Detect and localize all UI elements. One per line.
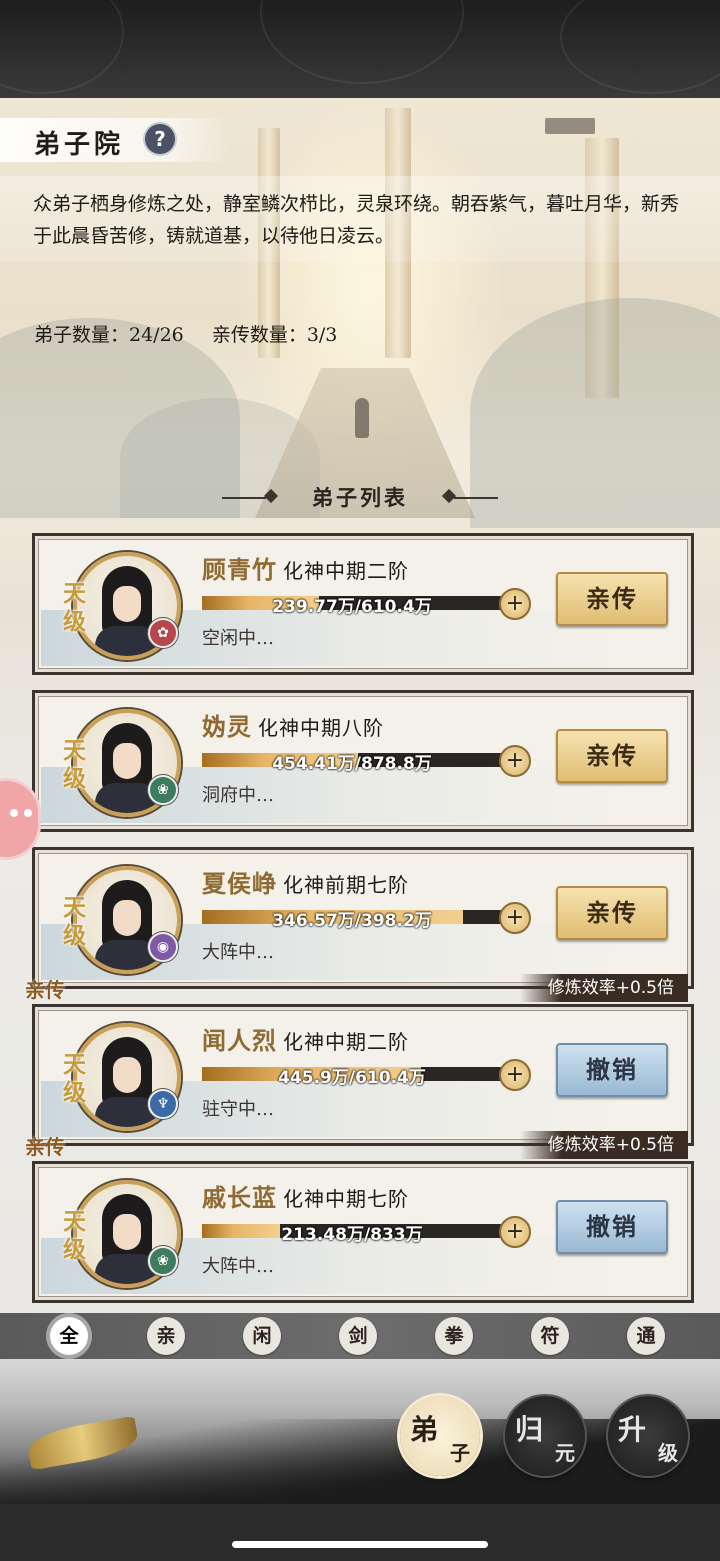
disciple-name: 戚长蓝 — [202, 1183, 277, 1212]
nav-label-main: 归 — [515, 1413, 544, 1446]
element-icon: ❀ — [148, 1246, 178, 1276]
revoke-inner-button[interactable]: 撤销 — [556, 1043, 668, 1097]
exp-progress-bar: 239.77万/610.4万 — [202, 596, 502, 617]
disciple-name-line: 闻人烈 化神中期二阶 — [202, 1021, 409, 1056]
nav-disciples[interactable]: 弟子 — [400, 1396, 480, 1476]
disciple-card[interactable]: 天级 ◉ 夏侯峥 化神前期七阶 346.57万/398.2万 + 大阵中… 亲传 — [32, 847, 694, 989]
grade-label: 天级 — [63, 1208, 86, 1263]
disciple-count: 弟子数量：24/26 — [34, 324, 184, 346]
exp-value: 239.77万/610.4万 — [272, 597, 432, 617]
top-decorative-band — [0, 0, 720, 98]
cultivation-efficiency-badge: 修炼效率+0.5倍 — [519, 1131, 688, 1159]
grade-label: 天级 — [63, 737, 86, 792]
exp-progress-bar: 346.57万/398.2万 — [202, 910, 502, 931]
filter-tab[interactable]: 拳 — [435, 1317, 473, 1355]
nav-upgrade[interactable]: 升级 — [608, 1396, 688, 1476]
inner-disciple-count: 亲传数量：3/3 — [211, 324, 338, 346]
add-exp-button[interactable]: + — [499, 1216, 531, 1248]
nav-label-sub: 子 — [450, 1441, 470, 1465]
exp-value: 213.48万/833万 — [281, 1225, 423, 1245]
filter-tab[interactable]: 闲 — [243, 1317, 281, 1355]
disciple-status: 洞府中… — [202, 785, 274, 806]
element-icon: ❀ — [148, 775, 178, 805]
appoint-inner-button[interactable]: 亲传 — [556, 886, 668, 940]
help-icon[interactable]: ? — [145, 124, 175, 154]
cultivation-rank: 化神中期七阶 — [283, 1187, 409, 1211]
add-exp-button[interactable]: + — [499, 745, 531, 777]
filter-tab[interactable]: 通 — [627, 1317, 665, 1355]
revoke-inner-button[interactable]: 撤销 — [556, 1200, 668, 1254]
filter-tab[interactable]: 剑 — [339, 1317, 377, 1355]
exp-value: 454.41万/878.8万 — [272, 754, 432, 774]
add-exp-button[interactable]: + — [499, 1059, 531, 1091]
disciple-card[interactable]: 天级 ❀ 妫灵 化神中期八阶 454.41万/878.8万 + 洞府中… 亲传 — [32, 690, 694, 832]
inner-disciple-tag: 亲传 — [25, 978, 65, 1002]
list-title: 弟子列表 — [312, 485, 408, 510]
disciple-name-line: 妫灵 化神中期八阶 — [202, 707, 384, 742]
exp-value: 346.57万/398.2万 — [272, 911, 432, 931]
disciple-name: 夏侯峥 — [202, 869, 277, 898]
element-icon: ✿ — [148, 618, 178, 648]
cultivation-rank: 化神中期八阶 — [258, 716, 384, 740]
inner-disciple-tag: 亲传 — [25, 1135, 65, 1159]
nav-label-main: 弟 — [410, 1413, 439, 1446]
exp-progress-bar: 454.41万/878.8万 — [202, 753, 502, 774]
disciple-card[interactable]: 天级 ✿ 顾青竹 化神中期二阶 239.77万/610.4万 + 空闲中… 亲传 — [32, 533, 694, 675]
exp-progress-bar: 445.9万/610.4万 — [202, 1067, 502, 1088]
disciple-status: 空闲中… — [202, 628, 274, 649]
grade-label: 天级 — [63, 894, 86, 949]
nav-label-sub: 元 — [555, 1441, 575, 1465]
nav-label-sub: 级 — [658, 1441, 678, 1465]
disciple-name-line: 夏侯峥 化神前期七阶 — [202, 864, 409, 899]
exp-value: 445.9万/610.4万 — [278, 1068, 426, 1088]
appoint-inner-button[interactable]: 亲传 — [556, 572, 668, 626]
add-exp-button[interactable]: + — [499, 902, 531, 934]
disciple-card[interactable]: 天级 ♆ 闻人烈 化神中期二阶 445.9万/610.4万 + 驻守中… 撤销 — [32, 1004, 694, 1146]
cultivation-rank: 化神中期二阶 — [283, 1030, 409, 1054]
filter-tab[interactable]: 符 — [531, 1317, 569, 1355]
filter-tab[interactable]: 亲 — [147, 1317, 185, 1355]
grade-label: 天级 — [63, 1051, 86, 1106]
disciple-status: 大阵中… — [202, 942, 274, 963]
appoint-inner-button[interactable]: 亲传 — [556, 729, 668, 783]
disciple-name-line: 戚长蓝 化神中期七阶 — [202, 1178, 409, 1213]
hall-description: 众弟子栖身修炼之处，静室鳞次栉比，灵泉环绕。朝吞紫气，暮吐月华，新秀于此晨昏苦修… — [33, 193, 680, 247]
disciple-name: 妫灵 — [202, 712, 252, 741]
disciple-card[interactable]: 天级 ❀ 戚长蓝 化神中期七阶 213.48万/833万 + 大阵中… 撤销 — [32, 1161, 694, 1303]
element-icon: ◉ — [148, 932, 178, 962]
nav-return-origin[interactable]: 归元 — [505, 1396, 585, 1476]
grade-label: 天级 — [63, 580, 86, 635]
cultivation-efficiency-badge: 修炼效率+0.5倍 — [519, 974, 688, 1002]
nav-label-main: 升 — [618, 1413, 647, 1446]
disciple-name: 顾青竹 — [202, 555, 277, 584]
hall-stats: 弟子数量：24/26 亲传数量：3/3 — [34, 320, 359, 347]
list-header: 弟子列表 — [0, 480, 720, 516]
exp-progress-bar: 213.48万/833万 — [202, 1224, 502, 1245]
cultivation-rank: 化神前期七阶 — [283, 873, 409, 897]
element-icon: ♆ — [148, 1089, 178, 1119]
add-exp-button[interactable]: + — [499, 588, 531, 620]
disciple-name-line: 顾青竹 化神中期二阶 — [202, 550, 409, 585]
cultivation-rank: 化神中期二阶 — [283, 559, 409, 583]
page-title: 弟子院 — [34, 130, 125, 160]
home-indicator — [232, 1541, 488, 1548]
filter-tab[interactable]: 全 — [50, 1317, 88, 1355]
disciple-name: 闻人烈 — [202, 1026, 277, 1055]
disciple-status: 驻守中… — [202, 1099, 274, 1120]
disciple-status: 大阵中… — [202, 1256, 274, 1277]
